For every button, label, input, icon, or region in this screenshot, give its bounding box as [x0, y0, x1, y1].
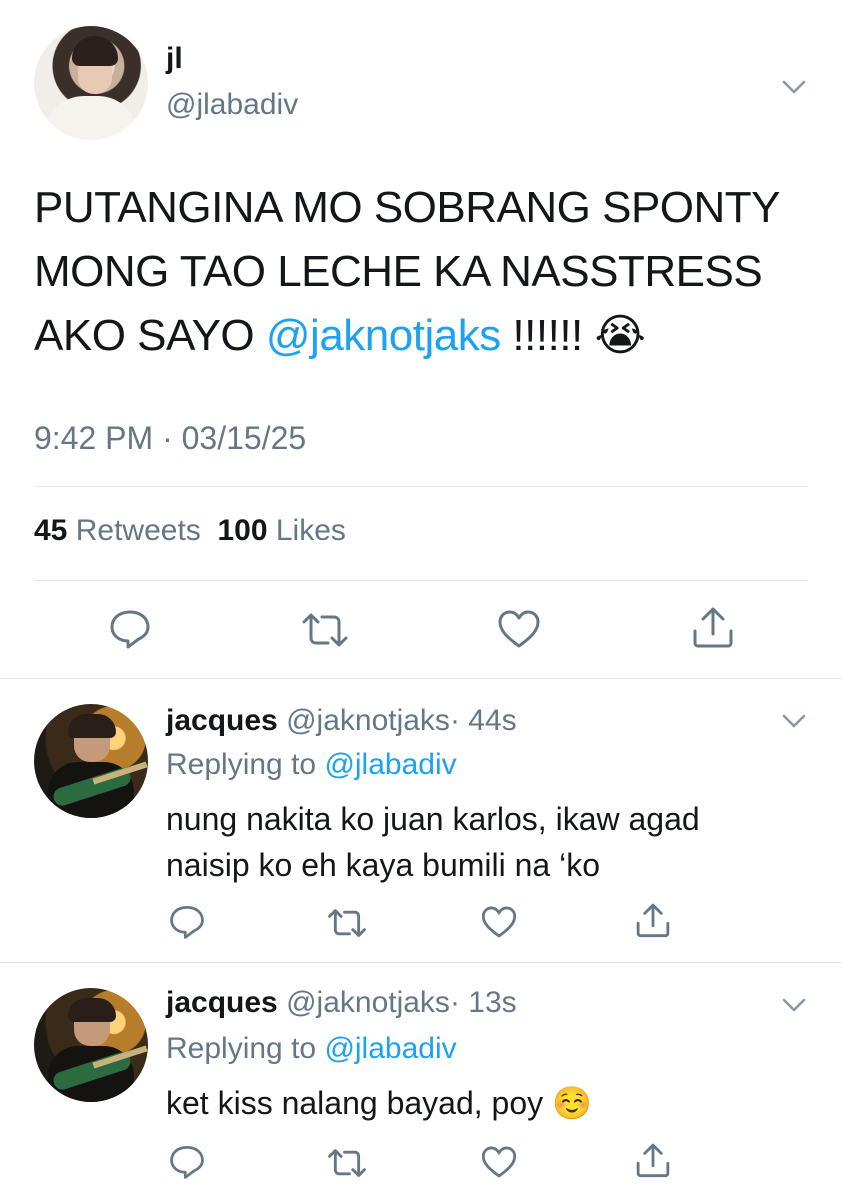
- replying-prefix: Replying to: [166, 1032, 325, 1065]
- replying-to: Replying to @jlabadiv: [166, 748, 457, 782]
- likes-count[interactable]: 100: [217, 514, 267, 547]
- reply-text-line: ket kiss nalang bayad, poy ☺️: [166, 1080, 806, 1126]
- divider: [34, 486, 808, 487]
- tweet-timestamp[interactable]: 9:42 PM · 03/15/25: [34, 420, 306, 457]
- reply-time[interactable]: · 13s: [450, 986, 517, 1019]
- retweet-icon[interactable]: [300, 612, 350, 648]
- retweet-icon[interactable]: [326, 908, 368, 938]
- replying-prefix: Replying to: [166, 748, 325, 781]
- retweet-icon[interactable]: [326, 1148, 368, 1178]
- heart-icon[interactable]: [480, 1144, 518, 1180]
- retweets-count[interactable]: 45: [34, 514, 67, 547]
- divider: [0, 962, 842, 963]
- likes-label[interactable]: Likes: [276, 514, 346, 547]
- reply-author-name[interactable]: jacques: [166, 704, 278, 737]
- reply-header: jacques @jaknotjaks· 13s: [166, 986, 517, 1020]
- replying-to-link[interactable]: @jlabadiv: [324, 1032, 456, 1065]
- crying-face-emoji: 😭: [594, 311, 646, 360]
- divider: [34, 580, 808, 581]
- chevron-down-icon[interactable]: [780, 72, 808, 100]
- heart-icon[interactable]: [480, 904, 518, 940]
- author-avatar[interactable]: [34, 26, 148, 140]
- retweets-label[interactable]: Retweets: [76, 514, 201, 547]
- tweet-text: PUTANGINA MO SOBRANG SPONTY MONG TAO LEC…: [34, 176, 814, 368]
- tweet-text-segment: AKO SAYO: [34, 311, 266, 360]
- smiling-face-emoji: ☺️: [552, 1085, 592, 1121]
- reply-icon[interactable]: [168, 904, 206, 940]
- tweet-stats: 45 Retweets 100 Likes: [34, 514, 346, 548]
- avatar-hair: [72, 36, 118, 66]
- avatar-shirt: [44, 96, 138, 140]
- tweet-text-line: PUTANGINA MO SOBRANG SPONTY: [34, 183, 781, 232]
- reply-text-line: nung nakita ko juan karlos, ikaw agad: [166, 801, 700, 837]
- reply-header: jacques @jaknotjaks· 44s: [166, 704, 517, 738]
- reply-avatar[interactable]: [34, 704, 148, 818]
- chevron-down-icon[interactable]: [780, 990, 808, 1018]
- share-icon[interactable]: [690, 604, 736, 650]
- share-icon[interactable]: [634, 900, 672, 940]
- avatar-hair: [68, 714, 116, 738]
- author-handle[interactable]: @jlabadiv: [166, 88, 298, 122]
- tweet-text-line: MONG TAO LECHE KA NASSTRESS: [34, 247, 763, 296]
- mention-link[interactable]: @jaknotjaks: [266, 311, 501, 360]
- share-icon[interactable]: [634, 1140, 672, 1180]
- avatar-hair: [68, 998, 116, 1022]
- replying-to-link[interactable]: @jlabadiv: [324, 748, 456, 781]
- divider: [0, 678, 842, 679]
- reply-icon[interactable]: [108, 608, 152, 650]
- tweet-text-suffix: !!!!!!: [500, 311, 595, 360]
- replying-to: Replying to @jlabadiv: [166, 1032, 457, 1066]
- tweet-text-line: AKO SAYO @jaknotjaks !!!!!! 😭: [34, 304, 814, 368]
- reply-avatar[interactable]: [34, 988, 148, 1102]
- reply-text-line: naisip ko eh kaya bumili na ‘ko: [166, 847, 601, 883]
- reply-text: nung nakita ko juan karlos, ikaw agad na…: [166, 796, 806, 888]
- reply-text-segment: ket kiss nalang bayad, poy: [166, 1085, 553, 1121]
- chevron-down-icon[interactable]: [780, 706, 808, 734]
- heart-icon[interactable]: [496, 608, 542, 650]
- reply-time[interactable]: · 44s: [450, 704, 517, 737]
- reply-icon[interactable]: [168, 1144, 206, 1180]
- reply-text: ket kiss nalang bayad, poy ☺️: [166, 1080, 806, 1126]
- reply-author-name[interactable]: jacques: [166, 986, 278, 1019]
- reply-author-handle[interactable]: @jaknotjaks: [286, 704, 450, 737]
- reply-author-handle[interactable]: @jaknotjaks: [286, 986, 450, 1019]
- author-name[interactable]: jl: [166, 42, 183, 76]
